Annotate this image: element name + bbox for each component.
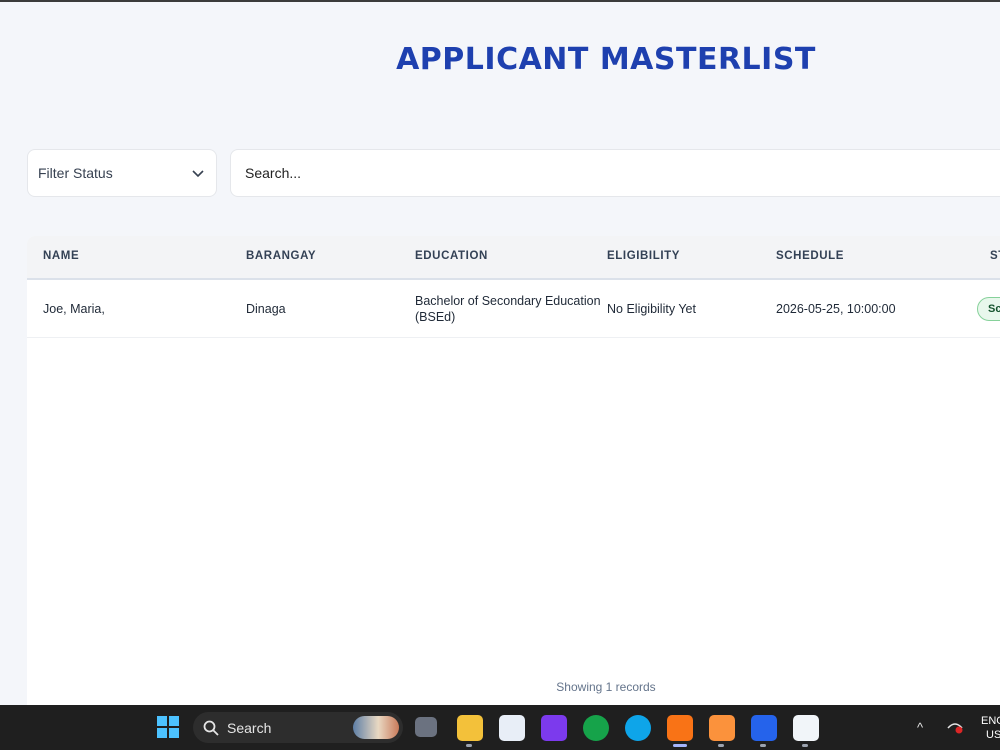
microsoft-store-icon[interactable]	[499, 715, 525, 741]
vscode-icon[interactable]	[751, 715, 777, 741]
search-input[interactable]	[230, 149, 1000, 197]
running-indicator	[802, 744, 808, 747]
taskbar: Search ^ ENG US	[0, 705, 1000, 750]
status-badge: Sch	[977, 297, 1000, 321]
task-view-icon[interactable]	[415, 717, 437, 737]
window-top-border	[0, 0, 1000, 2]
search-icon	[203, 720, 219, 736]
running-indicator	[718, 744, 724, 747]
applicant-table: NAME BARANGAY EDUCATION ELIGIBILITY SCHE…	[27, 236, 1000, 706]
column-header-education[interactable]: EDUCATION	[415, 250, 488, 262]
column-header-name[interactable]: NAME	[43, 250, 79, 262]
column-header-barangay[interactable]: BARANGAY	[246, 250, 316, 262]
start-icon[interactable]	[157, 716, 179, 738]
chevron-up-icon[interactable]: ^	[917, 720, 923, 735]
column-header-schedule[interactable]: SCHEDULE	[776, 250, 844, 262]
region-code: US	[986, 729, 1000, 741]
file-explorer-icon[interactable]	[457, 715, 483, 741]
language-indicator[interactable]: ENG US	[981, 714, 1000, 742]
xampp-icon[interactable]	[709, 715, 735, 741]
network-icon[interactable]	[946, 720, 964, 734]
page-title: APPLICANT MASTERLIST	[396, 42, 816, 77]
column-header-eligibility[interactable]: ELIGIBILITY	[607, 250, 680, 262]
running-indicator	[466, 744, 472, 747]
snipping-tool-icon[interactable]	[793, 715, 819, 741]
column-header-status[interactable]: ST	[990, 250, 1000, 262]
search-highlight-icon	[353, 716, 399, 739]
cell-eligibility: No Eligibility Yet	[607, 302, 696, 316]
cell-education: Bachelor of Secondary Education (BSEd)	[415, 294, 601, 324]
taskbar-search[interactable]: Search	[193, 712, 403, 743]
chevron-down-icon	[192, 170, 204, 178]
table-header: NAME BARANGAY EDUCATION ELIGIBILITY SCHE…	[27, 236, 1000, 280]
xbox-icon[interactable]	[583, 715, 609, 741]
active-indicator	[673, 744, 687, 747]
taskbar-search-label: Search	[227, 719, 272, 736]
language-code: ENG	[981, 715, 1000, 727]
cell-schedule: 2026-05-25, 10:00:00	[776, 302, 896, 316]
cell-barangay: Dinaga	[246, 302, 286, 316]
records-count: Showing 1 records	[556, 680, 656, 694]
filter-status-dropdown[interactable]: Filter Status	[27, 149, 217, 197]
cell-name: Joe, Maria,	[43, 302, 105, 316]
table-row[interactable]: Joe, Maria, Dinaga Bachelor of Secondary…	[27, 280, 1000, 338]
app-icon[interactable]	[541, 715, 567, 741]
running-indicator	[760, 744, 766, 747]
brave-icon[interactable]	[667, 715, 693, 741]
filter-status-label: Filter Status	[38, 165, 113, 181]
edge-icon[interactable]	[625, 715, 651, 741]
